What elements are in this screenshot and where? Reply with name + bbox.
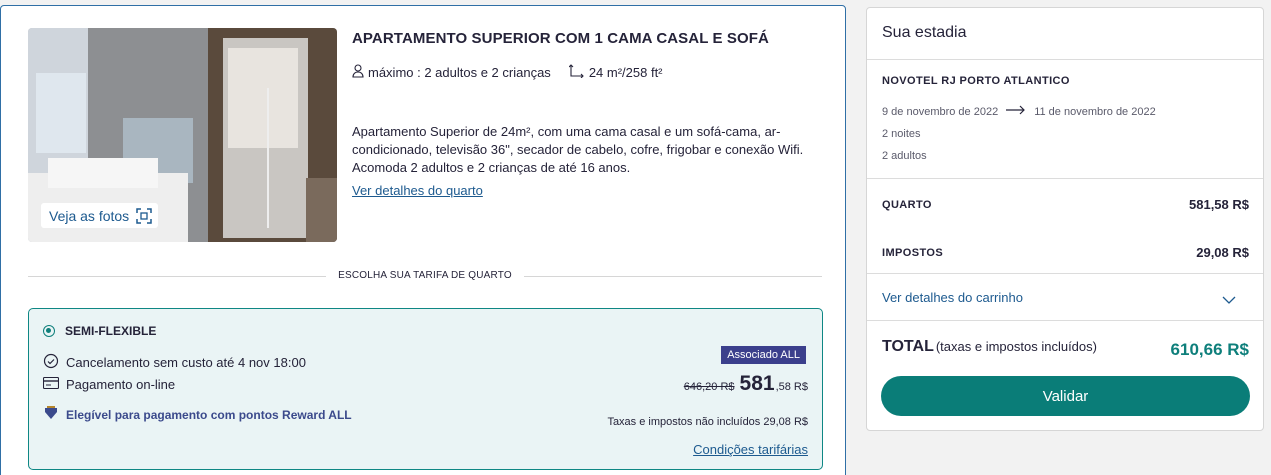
room-meta: máximo : 2 adultos e 2 crianças 24 m²/25… bbox=[352, 64, 681, 81]
room-line-label: QUARTO bbox=[882, 199, 932, 211]
total-sublabel: (taxas e impostos incluídos) bbox=[935, 339, 1097, 354]
credit-card-icon bbox=[42, 376, 60, 392]
view-photos-label: Veja as fotos bbox=[49, 207, 130, 224]
total-label-text: TOTAL bbox=[882, 338, 934, 355]
reward-icon bbox=[43, 406, 59, 423]
rate-section-label: ESCOLHA SUA TARIFA DE QUARTO bbox=[28, 270, 822, 281]
room-size: 24 m²/258 ft² bbox=[568, 64, 663, 81]
price-integer: 581 bbox=[739, 372, 775, 395]
person-icon bbox=[352, 64, 364, 81]
taxes-line-value: 29,08 R$ bbox=[1196, 245, 1249, 260]
gallery-icon bbox=[136, 207, 152, 224]
area-icon bbox=[568, 64, 585, 81]
check-out-date: 11 de novembro de 2022 bbox=[1034, 105, 1156, 118]
summary-divider bbox=[867, 178, 1263, 179]
old-price: 646,20 R$ bbox=[683, 381, 735, 393]
summary-divider bbox=[867, 273, 1263, 274]
stay-summary: Sua estadia NOVOTEL RJ PORTO ATLANTICO 9… bbox=[866, 7, 1264, 431]
rate-name: SEMI-FLEXIBLE bbox=[65, 324, 157, 338]
summary-divider bbox=[867, 320, 1263, 321]
capacity-text: máximo : 2 adultos e 2 crianças bbox=[368, 65, 551, 80]
summary-title: Sua estadia bbox=[882, 24, 967, 41]
rate-radio[interactable] bbox=[43, 325, 55, 337]
size-text: 24 m²/258 ft² bbox=[588, 65, 663, 80]
total-value: 610,66 R$ bbox=[1170, 340, 1249, 359]
member-badge: Associado ALL bbox=[721, 346, 806, 364]
cart-details-link[interactable]: Ver detalhes do carrinho bbox=[882, 290, 1023, 305]
rate-conditions-link[interactable]: Condições tarifárias bbox=[693, 442, 808, 457]
view-photos-button[interactable]: Veja as fotos bbox=[41, 203, 159, 228]
room-photo[interactable]: Veja as fotos bbox=[28, 28, 337, 242]
check-in-date: 9 de novembro de 2022 bbox=[882, 105, 999, 118]
room-title: APARTAMENTO SUPERIOR COM 1 CAMA CASAL E … bbox=[352, 30, 769, 47]
room-description: Apartamento Superior de 24m², com uma ca… bbox=[352, 124, 804, 175]
room-details-link[interactable]: Ver detalhes do quarto bbox=[352, 183, 483, 198]
chevron-down-icon[interactable] bbox=[1222, 291, 1236, 309]
tax-note: Taxas e impostos não incluídos 29,08 R$ bbox=[607, 416, 808, 428]
total-label: TOTAL (taxas e impostos incluídos) bbox=[882, 338, 1097, 356]
cancellation-line: Cancelamento sem custo até 4 nov 18:00 bbox=[43, 353, 306, 372]
clock-icon bbox=[43, 353, 59, 372]
reward-text: Elegível para pagamento com pontos Rewar… bbox=[66, 407, 352, 422]
price-cents: ,58 R$ bbox=[775, 381, 808, 393]
rate-option[interactable]: SEMI-FLEXIBLE Cancelamento sem custo até… bbox=[28, 308, 823, 470]
guests: 2 adultos bbox=[882, 150, 927, 162]
room-card: Veja as fotos APARTAMENTO SUPERIOR COM 1… bbox=[0, 5, 846, 475]
reward-line: Elegível para pagamento com pontos Rewar… bbox=[43, 406, 352, 423]
payment-text: Pagamento on-line bbox=[66, 377, 176, 392]
summary-divider bbox=[867, 59, 1263, 60]
stay-dates: 9 de novembro de 2022 11 de novembro de … bbox=[882, 105, 1156, 118]
room-line-value: 581,58 R$ bbox=[1189, 197, 1249, 212]
rate-section-text: ESCOLHA SUA TARIFA DE QUARTO bbox=[326, 270, 524, 281]
taxes-line-label: IMPOSTOS bbox=[882, 247, 944, 259]
payment-line: Pagamento on-line bbox=[42, 376, 176, 392]
validate-button[interactable]: Validar bbox=[881, 376, 1250, 416]
nights: 2 noites bbox=[882, 128, 921, 140]
capacity: máximo : 2 adultos e 2 crianças bbox=[352, 64, 551, 81]
cancellation-text: Cancelamento sem custo até 4 nov 18:00 bbox=[66, 355, 306, 370]
price-row: 646,20 R$ 581 ,58 R$ bbox=[684, 372, 808, 396]
hotel-name: NOVOTEL RJ PORTO ATLANTICO bbox=[882, 75, 1070, 87]
arrow-right-icon bbox=[1006, 105, 1026, 118]
